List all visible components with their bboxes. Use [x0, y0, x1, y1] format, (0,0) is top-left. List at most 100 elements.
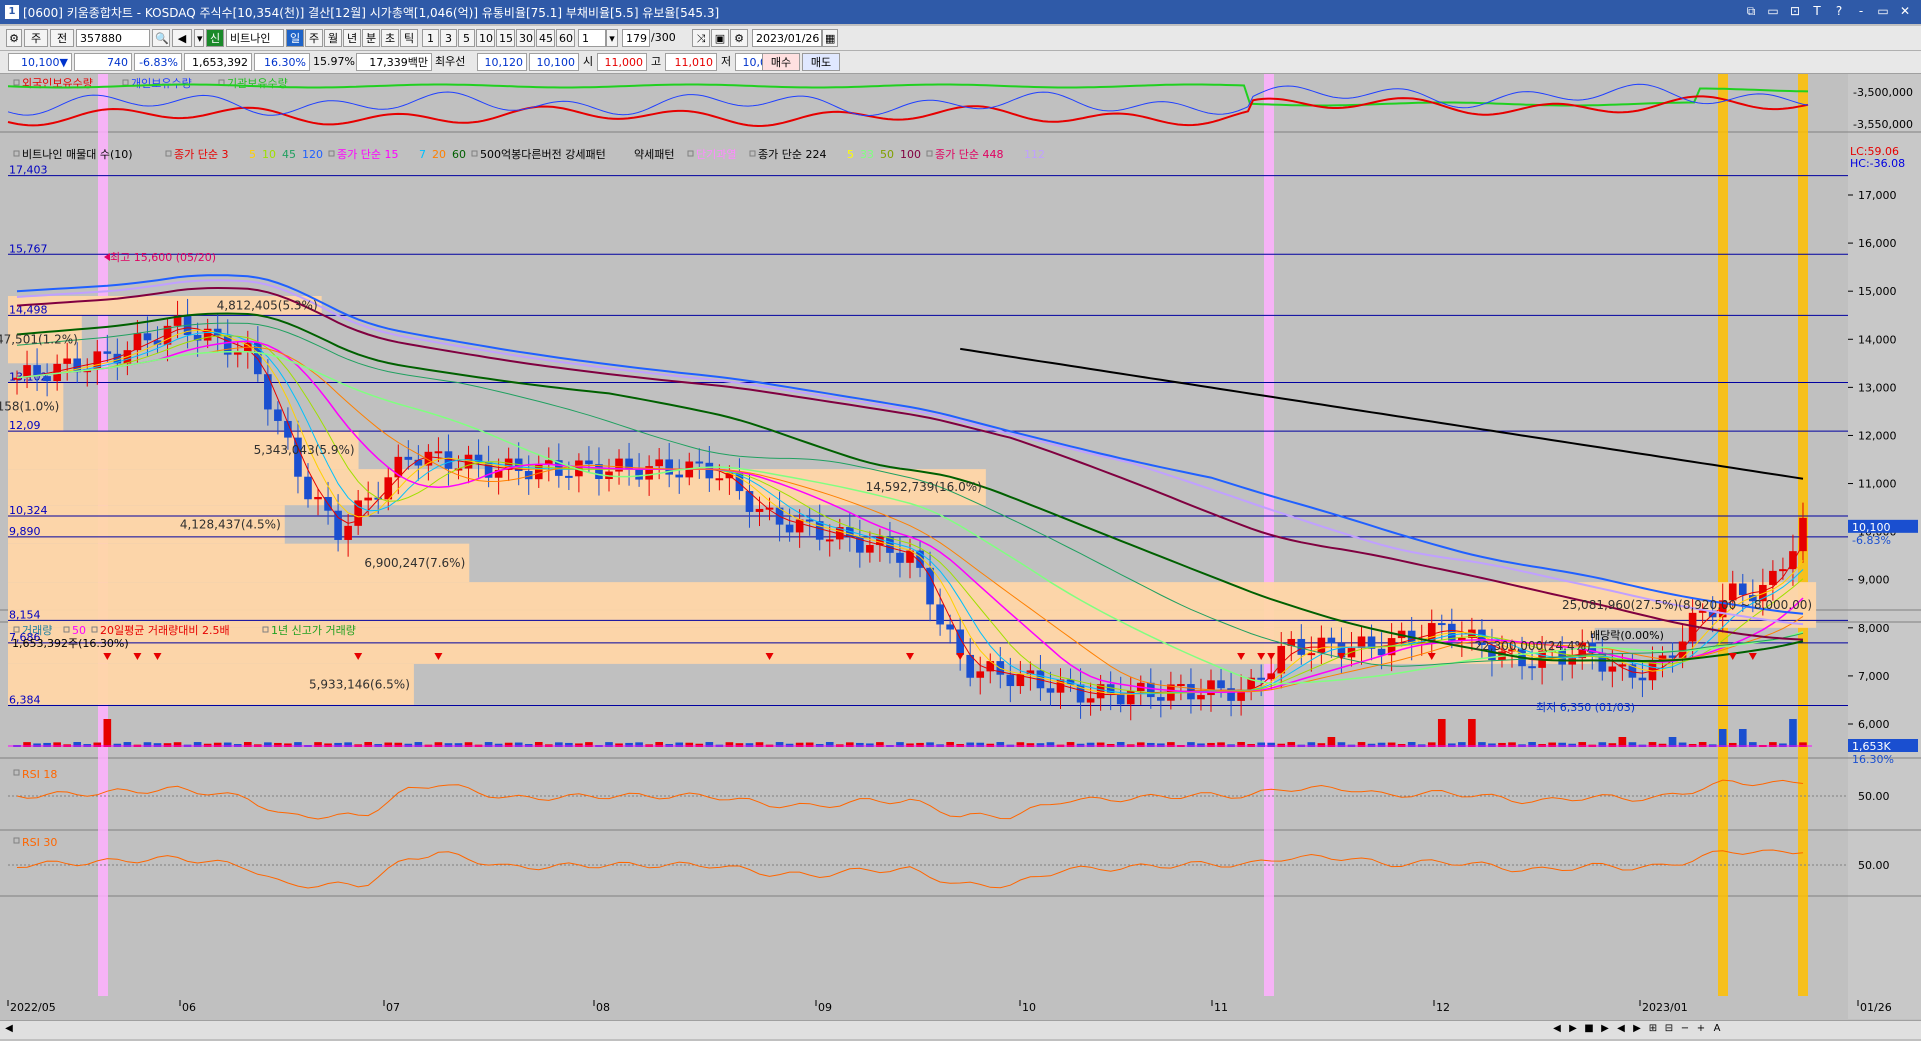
- app-icon: 1: [5, 5, 19, 19]
- period-minute[interactable]: 분: [362, 29, 380, 47]
- candle-body: [304, 476, 312, 500]
- restore-icon[interactable]: ⧉: [1743, 3, 1759, 19]
- candle-body: [825, 539, 834, 542]
- period-month[interactable]: 월: [324, 29, 342, 47]
- period-week[interactable]: 주: [305, 29, 323, 47]
- chart-toolbar: ⚙ 주 전 357880 🔍 ◀ ▾ 신 비트나인 일 주 월 년 분 초 틱 …: [0, 26, 1921, 51]
- grid-icon[interactable]: ⊞: [1646, 1022, 1660, 1036]
- stock-code-input[interactable]: 357880: [76, 29, 150, 47]
- minute-45[interactable]: 45: [536, 29, 555, 47]
- holdings-axis-label: -3,550,000: [1853, 118, 1913, 131]
- legend-main-item: 20: [432, 148, 446, 161]
- volume-legend-item: 20일평균 거래량대비 2.5배: [100, 623, 230, 637]
- play-icon[interactable]: ▶: [1598, 1022, 1612, 1036]
- volume-profile-label: 4,128,437(4.5%): [180, 517, 281, 531]
- candle-body: [795, 519, 804, 533]
- volume-bar: [103, 719, 112, 747]
- tick-input[interactable]: 1: [578, 29, 606, 47]
- high-label: 고: [651, 55, 662, 68]
- buy-button[interactable]: 매수: [762, 53, 800, 71]
- scroll-left-icon[interactable]: ◀: [2, 1022, 16, 1036]
- split-icon[interactable]: ⊟: [1662, 1022, 1676, 1036]
- candle-body: [1638, 677, 1647, 681]
- stock-name: 비트나인: [226, 29, 284, 47]
- minimize-icon[interactable]: -: [1853, 3, 1869, 19]
- period-year[interactable]: 년: [343, 29, 361, 47]
- volume-legend-item: 거래량: [22, 624, 52, 637]
- volume-bar: [986, 743, 995, 747]
- x-axis-label: 09: [818, 1001, 832, 1014]
- candle-body: [1528, 666, 1536, 669]
- help-icon[interactable]: ?: [1831, 3, 1847, 19]
- zoom-out-icon[interactable]: −: [1678, 1022, 1692, 1036]
- volume-profile-label: 14,592,739(16.0%): [866, 480, 982, 494]
- maximize-icon[interactable]: ▭: [1765, 3, 1781, 19]
- low-label: 저: [721, 55, 732, 68]
- candle-body: [334, 510, 342, 540]
- week-select[interactable]: 주: [24, 29, 48, 47]
- scroll-forward-icon[interactable]: ▶: [1630, 1022, 1644, 1036]
- calendar-icon[interactable]: ▦: [822, 29, 838, 47]
- font-icon[interactable]: T: [1809, 3, 1825, 19]
- count-input[interactable]: 179: [622, 29, 650, 47]
- settings-icon[interactable]: ⚙: [6, 29, 22, 47]
- zoom-in-icon[interactable]: +: [1694, 1022, 1708, 1036]
- minute-15[interactable]: 15: [496, 29, 515, 47]
- period-second[interactable]: 초: [381, 29, 399, 47]
- title-bar: 1 [0600] 키움종합차트 - KOSDAQ 주식수[10,354(천)] …: [0, 0, 1921, 24]
- quote-bar: 10,100▼ 740 -6.83% 1,653,392 16.30% 15.9…: [0, 51, 1921, 74]
- rsi-label: RSI 30: [22, 836, 57, 849]
- volume-bar: [1789, 719, 1797, 747]
- scroll-back-icon[interactable]: ◀: [1614, 1022, 1628, 1036]
- auto-icon[interactable]: A: [1710, 1022, 1724, 1036]
- date-input[interactable]: 2023/01/26: [752, 29, 822, 47]
- volume-bar: [494, 743, 503, 747]
- period-tick[interactable]: 틱: [400, 29, 418, 47]
- legend-main-item: 종가 단순 3: [174, 148, 228, 161]
- candle-body: [896, 552, 904, 563]
- candle-body: [1327, 637, 1336, 644]
- sell-button[interactable]: 매도: [802, 53, 840, 71]
- minute-5[interactable]: 5: [458, 29, 475, 47]
- scroll-prev-icon[interactable]: ◀: [1550, 1022, 1564, 1036]
- ratio-value: 15.97%: [313, 55, 355, 68]
- minute-3[interactable]: 3: [440, 29, 457, 47]
- capture-icon[interactable]: ⊡: [1787, 3, 1803, 19]
- tick-dropdown-icon[interactable]: ▾: [606, 29, 618, 47]
- period-day[interactable]: 일: [286, 29, 304, 47]
- minute-30[interactable]: 30: [516, 29, 535, 47]
- candle-body: [976, 671, 985, 678]
- candle-body: [414, 459, 423, 466]
- candle-body: [1086, 698, 1095, 703]
- down-arrow-icon: ▼: [59, 56, 68, 69]
- chart-area[interactable]: 17,40315,76714,49813,10212,0910,3249,890…: [0, 74, 1921, 1041]
- candle-body: [1317, 637, 1326, 654]
- chevron-down-icon[interactable]: ▾: [194, 29, 204, 47]
- highlight-bar-gold: [1718, 74, 1728, 996]
- price-level-label: 10,324: [9, 504, 48, 517]
- all-select[interactable]: 전: [50, 29, 74, 47]
- stop-icon[interactable]: ■: [1582, 1022, 1596, 1036]
- stock-chart[interactable]: 17,40315,76714,49813,10212,0910,3249,890…: [0, 74, 1921, 1019]
- legend-main-item: 5: [249, 148, 256, 161]
- candle-body: [785, 524, 794, 533]
- candle-body: [103, 351, 112, 354]
- price-axis-label: 15,000: [1858, 285, 1897, 298]
- candle-body: [1769, 570, 1777, 585]
- sound-icon[interactable]: ◀: [172, 29, 192, 47]
- candle-body: [1307, 653, 1316, 656]
- candle-body: [314, 496, 322, 500]
- minute-1[interactable]: 1: [422, 29, 439, 47]
- save-icon[interactable]: ▣: [711, 29, 729, 47]
- tool-icon[interactable]: ⤨: [692, 29, 710, 47]
- legend-main-item: 종가 단순 15: [337, 148, 398, 161]
- window-icon[interactable]: ▭: [1875, 3, 1891, 19]
- volume-profile-label: 25,081,960(27.5%)(8,920.00 ~ 8,000.00): [1562, 598, 1812, 612]
- scroll-next-icon[interactable]: ▶: [1566, 1022, 1580, 1036]
- minute-60[interactable]: 60: [556, 29, 575, 47]
- search-icon[interactable]: 🔍: [152, 29, 170, 47]
- config-icon[interactable]: ⚙: [730, 29, 748, 47]
- minute-10[interactable]: 10: [476, 29, 495, 47]
- chart-scrollbar[interactable]: ◀ ◀ ▶ ■ ▶ ◀ ▶ ⊞ ⊟ − + A: [0, 1020, 1921, 1039]
- close-icon[interactable]: ✕: [1897, 3, 1913, 19]
